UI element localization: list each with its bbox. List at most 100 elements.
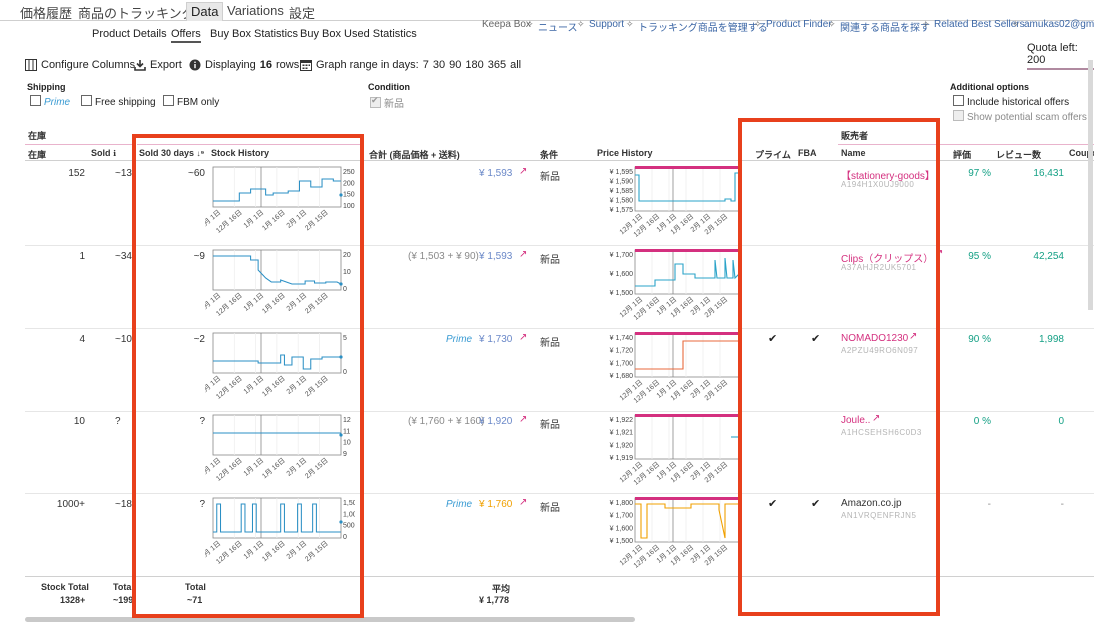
stock-value: 10: [73, 416, 85, 427]
condition-value: 新品: [540, 255, 560, 266]
offer-price: ¥ 1,730: [479, 334, 513, 345]
configure-columns-button[interactable]: Configure Columns: [25, 59, 135, 71]
separator-icon: ✧: [922, 19, 930, 29]
price-breakdown: (¥ 1,760 + ¥ 160): [408, 416, 485, 427]
configure-columns-label: Configure Columns: [41, 59, 136, 71]
keepa-box-link[interactable]: Keepa Box: [482, 19, 531, 30]
seller-review-count: 16,431: [1033, 168, 1064, 179]
column-header-sold[interactable]: Sold ℹ: [91, 148, 116, 158]
external-link-icon[interactable]: ↗: [519, 332, 527, 343]
condition-value: 新品: [540, 503, 560, 514]
fbm-only-label: FBM only: [177, 97, 220, 108]
external-link-icon[interactable]: ↗: [519, 249, 527, 260]
shipping-filter-title: Shipping: [27, 82, 66, 92]
displaying-count: 16: [259, 59, 272, 71]
show-scam-label: Show potential scam offers: [967, 112, 1087, 123]
price-history-chart[interactable]: ¥ 1,800 ¥ 1,700 ¥ 1,600 ¥ 1,500 12月 1日 12月 16…: [595, 496, 740, 574]
subtab-offers[interactable]: Offers: [171, 28, 201, 43]
subtab-buybox-statistics[interactable]: Buy Box Statistics: [210, 28, 298, 40]
range-option-all[interactable]: all: [510, 59, 521, 71]
sold-value: ~34: [115, 251, 132, 262]
price-history-chart[interactable]: ¥ 1,922 ¥ 1,921 ¥ 1,920 ¥ 1,919 12月 1日 12月 16…: [595, 413, 740, 491]
range-option-180[interactable]: 180: [465, 59, 483, 71]
column-header-price-history[interactable]: Price History: [597, 148, 653, 158]
highlight-seller-box: [738, 118, 940, 616]
external-link-icon[interactable]: ↗: [519, 497, 527, 508]
condition-value: 新品: [540, 420, 560, 431]
displaying-prefix: Displaying: [205, 59, 256, 71]
tab-data[interactable]: Data: [186, 2, 224, 21]
seller-review-count: 1,998: [1038, 334, 1064, 345]
seller-rating: 90 %: [968, 334, 991, 345]
stock-value: 1000+: [56, 499, 85, 510]
separator-icon: ✧: [754, 19, 762, 29]
info-icon: ℹ: [113, 149, 117, 158]
buybox-indicator-bar: [635, 332, 739, 335]
price-y-tick-label: ¥ 1,580: [610, 198, 633, 205]
range-option-30[interactable]: 30: [433, 59, 445, 71]
range-option-365[interactable]: 365: [488, 59, 506, 71]
tab-variations[interactable]: Variations: [227, 3, 284, 18]
stock-value: 152: [68, 168, 85, 179]
price-y-tick-label: ¥ 1,500: [610, 538, 633, 545]
graph-range-selector: Graph range in days: 7 30 90 180 365 all: [300, 59, 521, 71]
displaying-suffix: rows: [276, 59, 300, 71]
seller-review-count: -: [1060, 499, 1064, 510]
sold-value: ~10: [115, 334, 132, 345]
condition-value: 新品: [540, 338, 560, 349]
price-y-tick-label: ¥ 1,680: [610, 373, 633, 380]
highlight-stock-history-box: [132, 134, 364, 618]
price-y-tick-label: ¥ 1,590: [610, 179, 633, 186]
export-button[interactable]: Export: [134, 59, 182, 71]
stock-value: 1: [79, 251, 85, 262]
external-link-icon[interactable]: ↗: [519, 414, 527, 425]
product-finder-link[interactable]: Product Finder: [766, 19, 832, 30]
buybox-indicator-bar: [635, 497, 739, 500]
price-y-tick-label: ¥ 1,922: [610, 417, 633, 424]
subtab-buybox-used-statistics[interactable]: Buy Box Used Statistics: [300, 28, 417, 40]
user-email-link[interactable]: amukas02@gmail: [1024, 19, 1094, 30]
price-y-tick-label: ¥ 1,921: [610, 430, 633, 437]
show-scam-checkbox[interactable]: Show potential scam offers: [953, 110, 1087, 123]
price-history-chart[interactable]: ¥ 1,700 ¥ 1,600 ¥ 1,500 12月 1日 12月 16日 1月 1日 1…: [595, 248, 740, 326]
seller-review-count: 0: [1058, 416, 1064, 427]
tab-settings[interactable]: 設定: [289, 3, 315, 22]
stock-value: 4: [79, 334, 85, 345]
buybox-indicator-bar: [635, 166, 739, 169]
include-historical-label: Include historical offers: [967, 97, 1070, 108]
prime-badge: Prime: [446, 334, 473, 345]
price-y-tick-label: ¥ 1,585: [610, 188, 633, 195]
graph-range-label: Graph range in days:: [316, 59, 419, 71]
include-historical-checkbox[interactable]: Include historical offers: [953, 95, 1069, 108]
stock-total-value: 1328+: [60, 595, 86, 605]
price-y-tick-label: ¥ 1,700: [610, 360, 633, 367]
offer-price: ¥ 1,593: [479, 168, 513, 179]
external-link-icon[interactable]: ↗: [519, 166, 527, 177]
prime-filter-checkbox[interactable]: Prime: [30, 95, 70, 108]
condition-new-checkbox[interactable]: ✔ 新品: [370, 95, 404, 110]
column-sold-label: Sold: [91, 148, 111, 158]
support-link[interactable]: Support: [589, 19, 624, 30]
news-link[interactable]: ニュース: [538, 19, 578, 34]
related-products-link[interactable]: 関連する商品を探す: [840, 19, 930, 34]
vertical-scrollbar[interactable]: [1088, 60, 1093, 310]
price-y-tick-label: ¥ 1,720: [610, 348, 633, 355]
stock-group-underline: [25, 144, 133, 145]
range-option-7[interactable]: 7: [423, 59, 429, 71]
displaying-rows-info: Displaying 16 rows: [189, 59, 299, 71]
free-shipping-checkbox[interactable]: Free shipping: [81, 95, 156, 108]
subtab-product-details[interactable]: Product Details: [92, 28, 167, 40]
tab-product-tracking[interactable]: 商品のトラッキング: [78, 3, 195, 22]
price-y-tick-label: ¥ 1,600: [610, 525, 633, 532]
price-y-tick-label: ¥ 1,700: [610, 252, 633, 259]
fbm-only-checkbox[interactable]: FBM only: [163, 95, 219, 108]
condition-filter-title: Condition: [368, 82, 410, 92]
range-option-90[interactable]: 90: [449, 59, 461, 71]
price-y-tick-label: ¥ 1,700: [610, 513, 633, 520]
manage-tracking-link[interactable]: トラッキング商品を管理する: [638, 19, 768, 34]
sold-value: ~137: [115, 168, 132, 179]
seller-rating: 95 %: [968, 251, 991, 262]
price-history-chart[interactable]: ¥ 1,595 ¥ 1,590 ¥ 1,585 ¥ 1,580 ¥ 1,575 12月 1…: [595, 165, 740, 243]
tab-price-history[interactable]: 価格履歴: [20, 3, 72, 22]
price-history-chart[interactable]: ¥ 1,740 ¥ 1,720 ¥ 1,700 ¥ 1,680 12月 1日 12月 16…: [595, 331, 740, 409]
